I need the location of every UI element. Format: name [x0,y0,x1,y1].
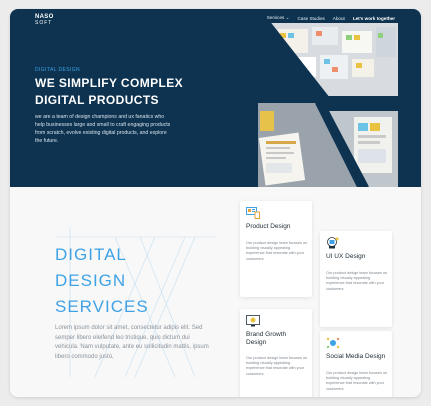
ui-ux-icon [327,237,339,249]
brand-sub: SOFT [35,20,53,26]
service-card-product-design[interactable]: Product Design Our product design team f… [240,201,312,297]
services-heading-line-3: SERVICES [55,297,149,316]
card-title: UI UX Design [326,253,366,260]
main-nav: Services ⌄ Case Studies About Let's work… [267,15,395,21]
brand-logo[interactable]: NASO SOFT [35,14,54,26]
hero-description: we are a team of design champions and ux… [35,114,171,144]
card-description: Our product design team focuses on build… [246,241,308,261]
service-card-brand-growth[interactable]: Brand Growth Design Our product design t… [240,309,312,397]
services-heading-line-2: DESIGN [55,271,127,290]
product-design-icon [246,207,260,219]
card-description: Our product design team focuses on build… [326,371,388,391]
hero-eyebrow: DIGITAL DESIGN [35,67,81,73]
services-section: DIGITAL DESIGN SERVICES Lorem ipsum dolo… [10,187,421,397]
hero-illustration [258,23,398,187]
service-card-social-media[interactable]: Social Media Design Our product design t… [320,331,392,397]
service-card-ui-ux[interactable]: UI UX Design Our product design team foc… [320,231,392,327]
hero-headline: WE SIMPLIFY COMPLEX DIGITAL PRODUCTS [35,75,183,109]
browser-frame: NASO SOFT Services ⌄ Case Studies About L… [10,9,421,397]
services-heading: DIGITAL DESIGN SERVICES [55,242,149,320]
card-title: Brand Growth Design [246,331,287,346]
card-description: Our product design team focuses on build… [326,271,388,291]
headline-line-1: WE SIMPLIFY COMPLEX [35,76,184,90]
services-body: Lorem ipsum dolor sit amet, consectetur … [55,325,209,360]
headline-line-2: DIGITAL PRODUCTS [35,93,159,107]
cta-link[interactable]: Let's work together [353,16,395,21]
hero-section: NASO SOFT Services ⌄ Case Studies About L… [10,9,421,187]
nav-item-about[interactable]: About [333,16,345,21]
card-title: Social Media Design [326,353,386,360]
social-media-icon [326,337,340,349]
services-heading-line-1: DIGITAL [55,245,127,264]
card-description: Our product design team focuses on build… [246,356,308,376]
nav-item-case-studies[interactable]: Case Studies [297,16,324,21]
nav-item-services[interactable]: Services ⌄ [267,15,290,21]
brand-growth-icon [246,315,260,327]
card-title: Product Design [246,223,291,230]
